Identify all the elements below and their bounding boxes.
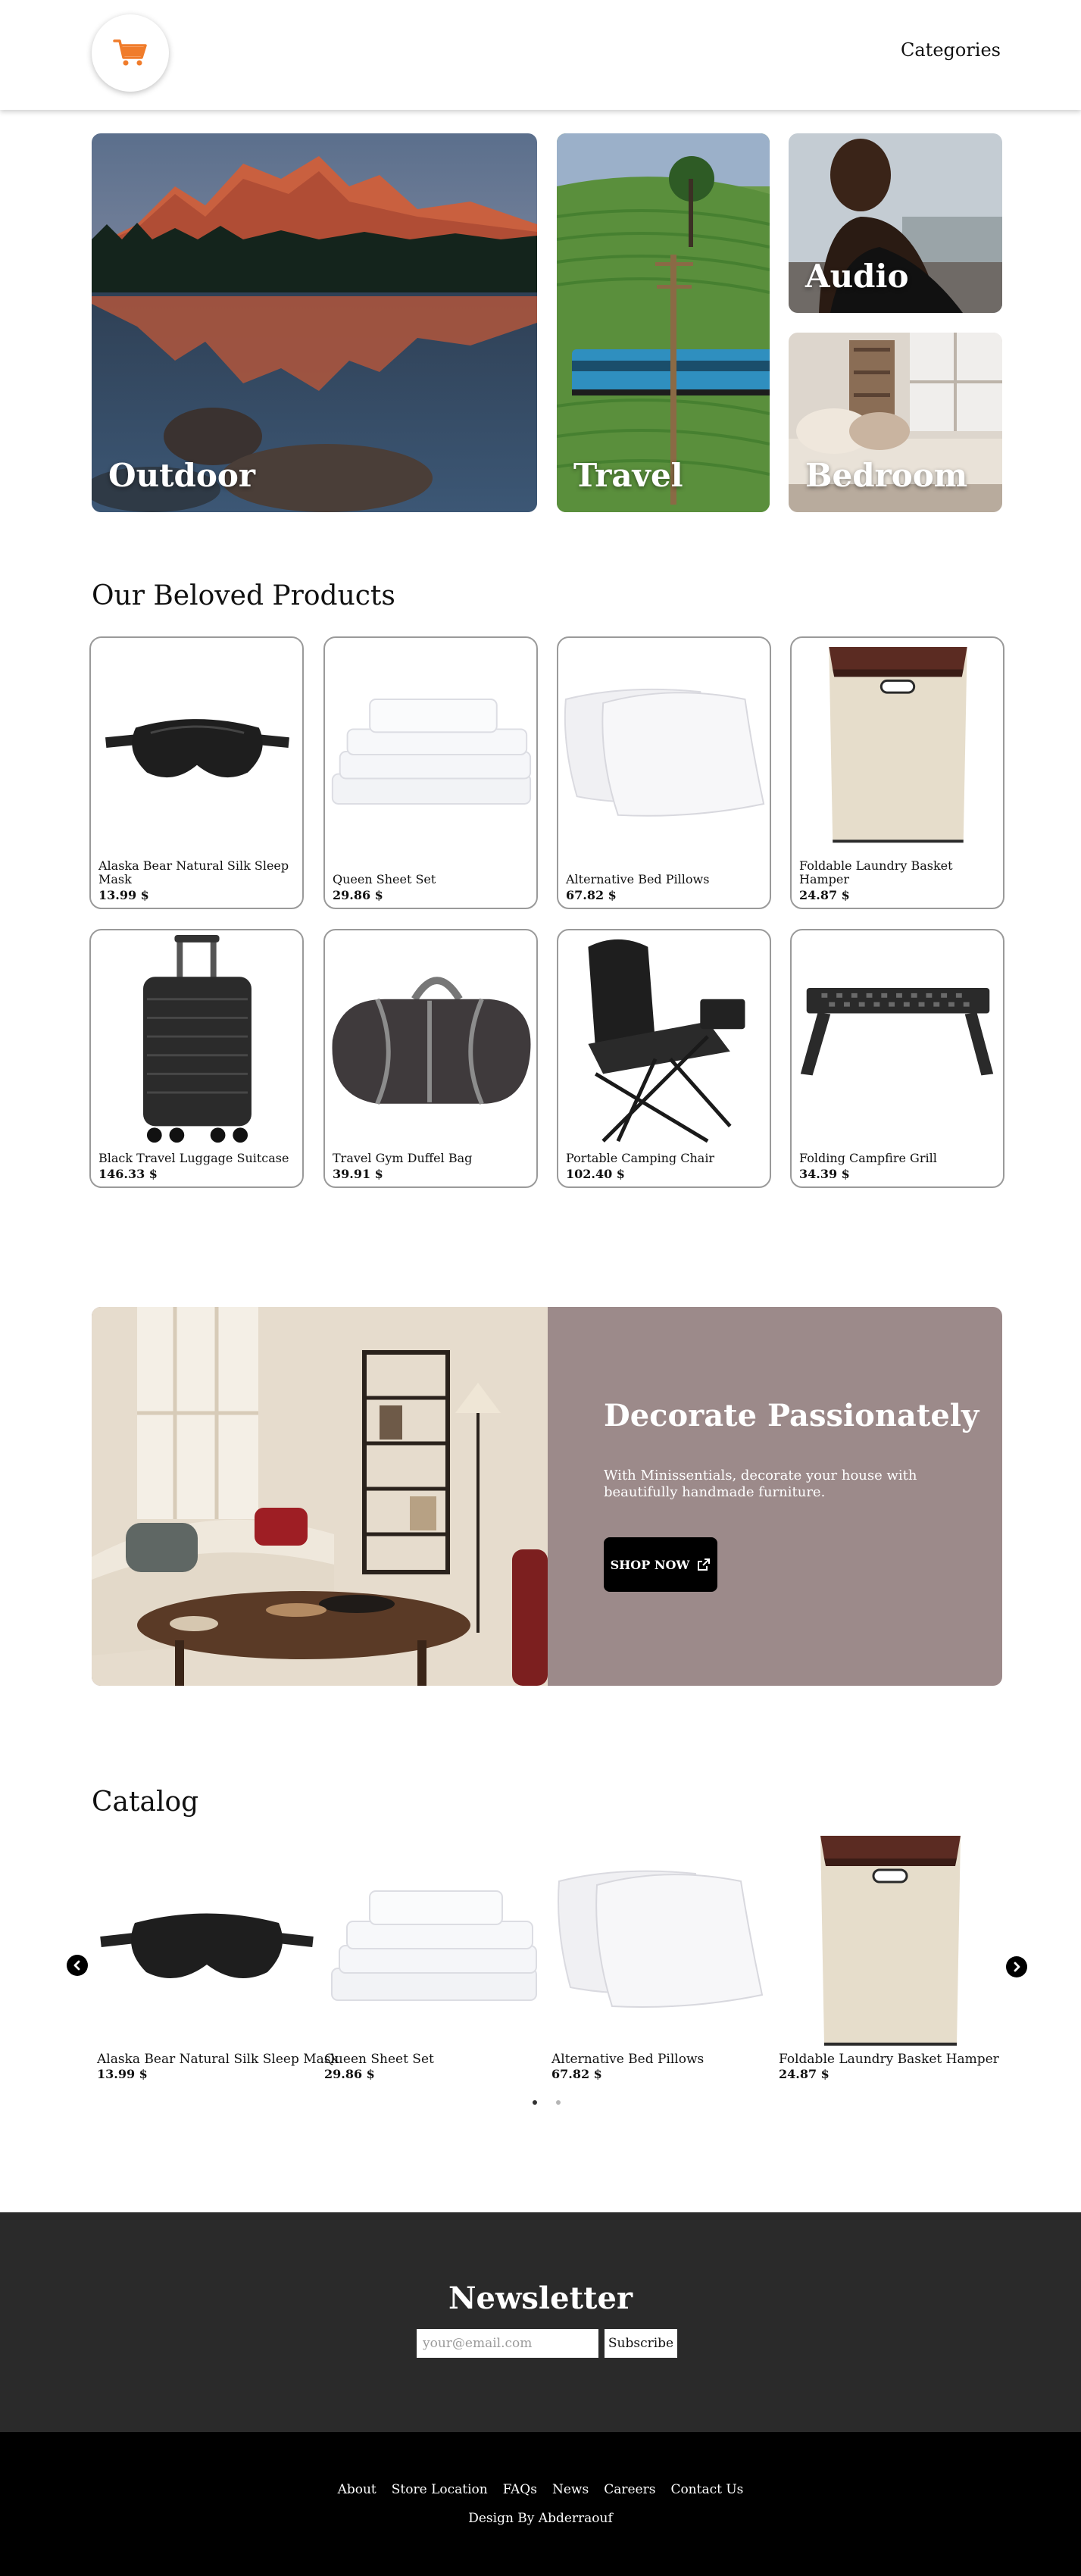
duffel-bag-image bbox=[332, 977, 531, 1105]
carousel-next-button[interactable] bbox=[1006, 1956, 1027, 1977]
hero-tile-bedroom[interactable]: Bedroom bbox=[789, 333, 1002, 512]
catalog-item-name: Queen Sheet Set bbox=[324, 2052, 434, 2067]
bed-pillows-image bbox=[558, 1870, 764, 2008]
product-card[interactable]: Portable Camping Chair 102.40 $ bbox=[557, 929, 771, 1188]
footer-link-careers[interactable]: Careers bbox=[604, 2482, 655, 2497]
product-price: 34.39 $ bbox=[799, 1167, 850, 1181]
footer-link-contact-us[interactable]: Contact Us bbox=[670, 2482, 743, 2497]
product-price: 13.99 $ bbox=[98, 888, 149, 902]
bed-pillows-image bbox=[564, 688, 765, 817]
design-credit: Design By Abderraouf bbox=[468, 2511, 613, 2526]
product-card[interactable]: Foldable Laundry Basket Hamper 24.87 $ bbox=[790, 636, 1004, 909]
shopping-cart-icon bbox=[113, 39, 147, 66]
site-footer: About Store Location FAQs News Careers C… bbox=[0, 2432, 1081, 2576]
external-link-icon bbox=[698, 1558, 711, 1571]
products-section-title: Our Beloved Products bbox=[92, 580, 395, 611]
hero-tile-label: Audio bbox=[805, 258, 909, 295]
product-card[interactable]: Travel Gym Duffel Bag 39.91 $ bbox=[323, 929, 538, 1188]
living-room-image bbox=[92, 1307, 548, 1686]
product-price: 102.40 $ bbox=[566, 1167, 625, 1181]
catalog-item[interactable]: Foldable Laundry Basket Hamper 24.87 $ bbox=[779, 1824, 999, 2081]
catalog-item-price: 29.86 $ bbox=[324, 2067, 375, 2081]
train-tea-field-image bbox=[557, 133, 770, 512]
site-header: Categories bbox=[0, 0, 1081, 110]
product-name: Alternative Bed Pillows bbox=[566, 872, 710, 886]
product-name: Black Travel Luggage Suitcase bbox=[98, 1151, 289, 1165]
catalog-item-price: 67.82 $ bbox=[551, 2067, 602, 2081]
promo-text: With Minissentials, decorate your house … bbox=[604, 1468, 917, 1500]
luggage-suitcase-image bbox=[143, 934, 252, 1143]
product-name: Foldable Laundry Basket Hamper bbox=[799, 858, 953, 886]
footer-link-about[interactable]: About bbox=[338, 2482, 376, 2497]
footer-link-store-location[interactable]: Store Location bbox=[392, 2482, 488, 2497]
product-card[interactable]: Alaska Bear Natural Silk Sleep Mask 13.9… bbox=[89, 636, 304, 909]
chevron-left-icon bbox=[73, 1960, 80, 1971]
footer-links: About Store Location FAQs News Careers C… bbox=[0, 2482, 1081, 2497]
promo-title: Decorate Passionately bbox=[604, 1398, 979, 1433]
logo[interactable] bbox=[92, 14, 169, 92]
sleep-mask-image bbox=[105, 719, 289, 778]
product-card[interactable]: Queen Sheet Set 29.86 $ bbox=[323, 636, 538, 909]
newsletter-section: Newsletter Subscribe bbox=[0, 2212, 1081, 2432]
hero-tile-label: Travel bbox=[573, 457, 683, 494]
laundry-hamper-image bbox=[820, 1836, 961, 2046]
product-price: 39.91 $ bbox=[333, 1167, 383, 1181]
product-price: 146.33 $ bbox=[98, 1167, 158, 1181]
product-name: Queen Sheet Set bbox=[333, 872, 436, 886]
product-name: Travel Gym Duffel Bag bbox=[333, 1151, 473, 1165]
catalog-section-title: Catalog bbox=[92, 1787, 199, 1818]
hero-tile-travel[interactable]: Travel bbox=[557, 133, 770, 512]
product-price: 67.82 $ bbox=[566, 888, 617, 902]
product-card[interactable]: Alternative Bed Pillows 67.82 $ bbox=[557, 636, 771, 909]
sheet-set-image bbox=[331, 1890, 537, 2001]
hero-tile-label: Bedroom bbox=[805, 457, 968, 494]
footer-link-faqs[interactable]: FAQs bbox=[503, 2482, 537, 2497]
sleep-mask-image bbox=[100, 1913, 314, 1978]
footer-link-news[interactable]: News bbox=[552, 2482, 589, 2497]
nav-categories[interactable]: Categories bbox=[901, 39, 1001, 61]
catalog-item[interactable]: Queen Sheet Set 29.86 $ bbox=[324, 1824, 544, 2081]
subscribe-button[interactable]: Subscribe bbox=[605, 2329, 677, 2358]
product-card[interactable]: Black Travel Luggage Suitcase 146.33 $ bbox=[89, 929, 304, 1188]
chevron-right-icon bbox=[1014, 1962, 1020, 1972]
promo-banner: Decorate Passionately With Minissentials… bbox=[92, 1307, 1002, 1686]
catalog-item-price: 24.87 $ bbox=[779, 2067, 829, 2081]
hero-tile-label: Outdoor bbox=[108, 457, 256, 494]
catalog-item[interactable]: Alaska Bear Natural Silk Sleep Mask 13.9… bbox=[97, 1824, 339, 2081]
camping-chair-image bbox=[588, 939, 745, 1143]
shop-now-label: SHOP NOW bbox=[610, 1557, 690, 1572]
sheet-set-image bbox=[331, 699, 532, 805]
catalog-item[interactable]: Alternative Bed Pillows 67.82 $ bbox=[551, 1824, 771, 2081]
catalog-item-name: Foldable Laundry Basket Hamper bbox=[779, 2052, 999, 2067]
hero-tile-outdoor[interactable]: Outdoor bbox=[92, 133, 537, 512]
carousel-dot-active[interactable] bbox=[533, 2100, 537, 2105]
catalog-item-price: 13.99 $ bbox=[97, 2067, 148, 2081]
carousel-prev-button[interactable] bbox=[67, 1955, 88, 1976]
product-price: 24.87 $ bbox=[799, 888, 850, 902]
hero-tile-audio[interactable]: Audio bbox=[789, 133, 1002, 313]
campfire-grill-image bbox=[800, 987, 994, 1076]
email-input[interactable] bbox=[417, 2329, 598, 2358]
catalog-item-name: Alaska Bear Natural Silk Sleep Mask bbox=[97, 2052, 339, 2067]
mountain-lake-image bbox=[92, 133, 537, 512]
product-name: Portable Camping Chair bbox=[566, 1151, 715, 1165]
laundry-hamper-image bbox=[829, 646, 967, 843]
product-name: Folding Campfire Grill bbox=[799, 1151, 937, 1165]
carousel-dot[interactable] bbox=[556, 2100, 561, 2105]
product-name: Alaska Bear Natural Silk Sleep Mask bbox=[98, 858, 289, 886]
catalog-item-name: Alternative Bed Pillows bbox=[551, 2052, 705, 2067]
product-price: 29.86 $ bbox=[333, 888, 383, 902]
shop-now-button[interactable]: SHOP NOW bbox=[604, 1537, 717, 1592]
newsletter-title: Newsletter bbox=[448, 2281, 633, 2316]
product-card[interactable]: Folding Campfire Grill 34.39 $ bbox=[790, 929, 1004, 1188]
